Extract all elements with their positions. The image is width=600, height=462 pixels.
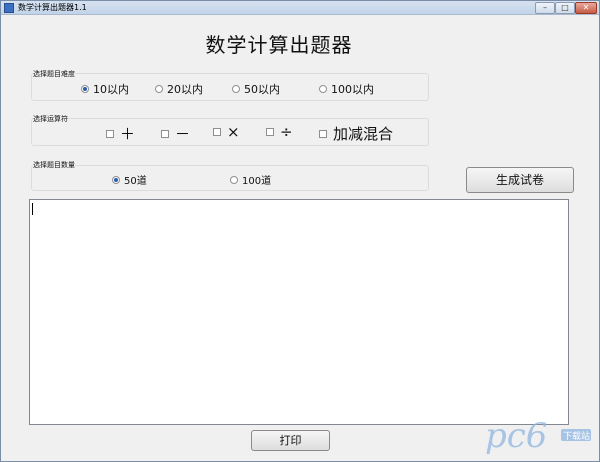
window-title: 数学计算出题器1.1: [18, 3, 87, 12]
checkbox-indicator: [266, 128, 274, 136]
count-group-label: 选择题目数量: [33, 160, 75, 170]
checkbox-label: ×: [227, 123, 240, 141]
radio-difficulty-50[interactable]: 50以内: [232, 81, 280, 97]
checkbox-subtract[interactable]: －: [161, 123, 190, 144]
generate-paper-button[interactable]: 生成试卷: [466, 167, 574, 193]
svg-text:下载站: 下载站: [563, 430, 590, 442]
radio-difficulty-20[interactable]: 20以内: [155, 81, 203, 97]
radio-indicator: [155, 85, 163, 93]
radio-label: 50道: [124, 176, 147, 187]
output-textarea[interactable]: [29, 199, 569, 425]
pc6-watermark-logo: pc6 下载站: [485, 416, 591, 456]
radio-label: 50以内: [244, 83, 280, 96]
operators-group-label: 选择运算符: [33, 114, 68, 124]
app-window: 数学计算出题器1.1 – □ ✕ 数学计算出题器 选择题目难度 10以内 20以…: [0, 0, 600, 462]
checkbox-mixed[interactable]: 加减混合: [319, 123, 393, 144]
radio-indicator: [230, 175, 238, 184]
svg-text:pc6: pc6: [485, 416, 547, 456]
checkbox-indicator: [319, 129, 327, 138]
page-title: 数学计算出题器: [205, 33, 353, 57]
radio-label: 100道: [242, 176, 272, 187]
radio-label: 10以内: [93, 83, 129, 96]
minimize-button[interactable]: –: [535, 2, 555, 14]
checkbox-indicator: [161, 129, 169, 138]
text-caret: [32, 203, 33, 215]
radio-indicator: [232, 85, 240, 93]
radio-difficulty-10[interactable]: 10以内: [81, 81, 129, 97]
radio-indicator: [112, 175, 120, 184]
checkbox-indicator: [213, 128, 221, 136]
checkbox-divide[interactable]: ÷: [266, 123, 293, 141]
radio-label: 20以内: [167, 83, 203, 96]
app-icon: [4, 3, 14, 13]
checkbox-indicator: [106, 129, 114, 138]
checkbox-multiply[interactable]: ×: [213, 123, 240, 141]
close-button[interactable]: ✕: [575, 2, 597, 14]
radio-indicator: [319, 85, 327, 93]
radio-difficulty-100[interactable]: 100以内: [319, 81, 374, 97]
radio-count-100[interactable]: 100道: [230, 172, 271, 187]
title-bar[interactable]: 数学计算出题器1.1 – □ ✕: [1, 1, 599, 15]
checkbox-add[interactable]: ＋: [106, 123, 135, 144]
checkbox-label: －: [175, 125, 191, 143]
difficulty-group-label: 选择题目难度: [33, 69, 75, 79]
print-button[interactable]: 打印: [251, 430, 330, 451]
checkbox-label: ＋: [120, 125, 136, 143]
checkbox-label: 加减混合: [333, 125, 394, 143]
radio-count-50[interactable]: 50道: [112, 172, 147, 187]
checkbox-label: ÷: [280, 123, 293, 141]
radio-indicator: [81, 85, 89, 93]
maximize-button[interactable]: □: [555, 2, 575, 14]
radio-label: 100以内: [331, 83, 374, 96]
